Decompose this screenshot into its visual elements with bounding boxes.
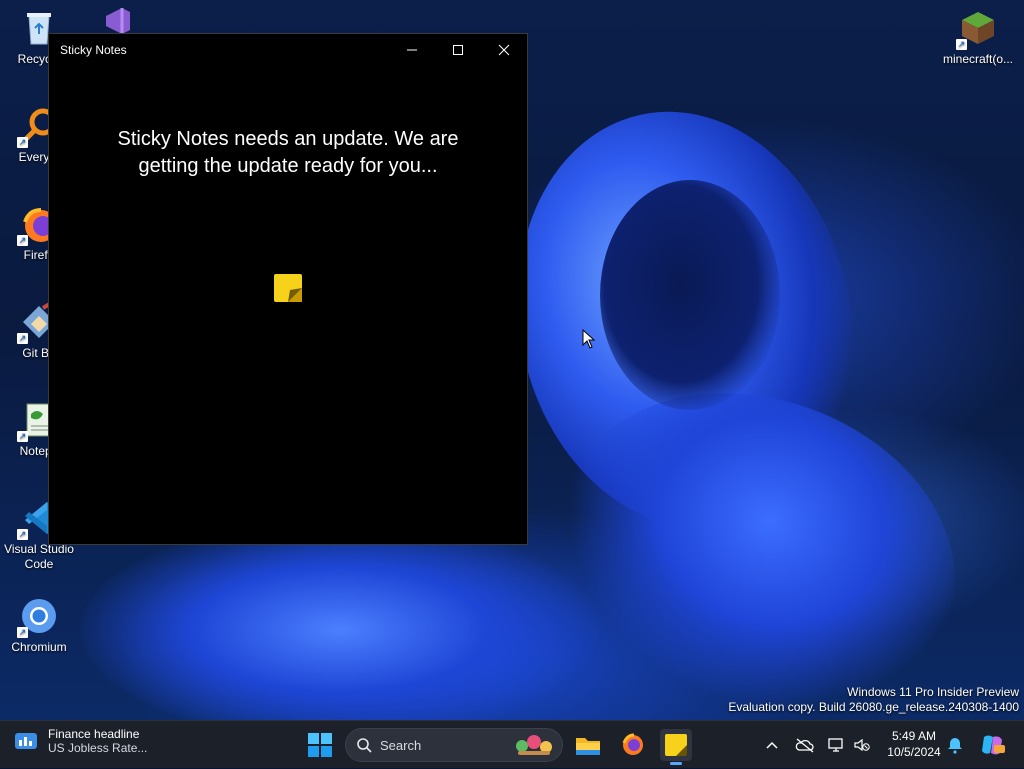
cloud-offline-icon [795,738,814,753]
close-button[interactable] [481,34,527,66]
sticky-notes-logo-icon [274,274,302,302]
speaker-muted-icon [854,738,870,752]
window-titlebar[interactable]: Sticky Notes [49,34,527,66]
watermark-line-1: Windows 11 Pro Insider Preview [847,685,1019,699]
shortcut-arrow-icon: ↗ [17,627,28,638]
folder-icon [576,738,600,755]
desktop-icon-chromium[interactable]: ↗ Chromium [0,596,78,655]
active-app-indicator [670,762,682,765]
wallpaper-bloom [80,520,600,740]
taskbar-firefox[interactable] [617,729,649,761]
visual-studio-icon [102,6,132,36]
desktop-icon-label: Visual Studio Code [4,542,74,571]
widgets-button[interactable]: Finance headline US Jobless Rate... [14,727,147,755]
windows-logo-icon [308,733,332,757]
search-placeholder: Search [380,737,422,753]
taskbar: Finance headline US Jobless Rate... Sear… [0,720,1024,768]
network-status[interactable] [828,721,846,769]
watermark-line-2: Evaluation copy. Build 26080.ge_release.… [728,700,1019,714]
shortcut-arrow-icon: ↗ [17,235,28,246]
search-icon [357,738,372,753]
minecraft-icon: ↗ [956,8,998,50]
wallpaper-bloom-shadow [600,180,780,410]
mouse-cursor-icon [582,328,596,349]
desktop-icon-label: minecraft(o... [942,52,1014,66]
shortcut-arrow-icon: ↗ [17,431,28,442]
desktop-icon-label: Chromium [11,640,67,654]
search-highlight-icon [516,735,552,755]
start-button[interactable] [306,731,334,759]
finance-widget-icon [15,733,37,749]
clock-time: 5:49 AM [891,729,937,743]
taskbar-search-box[interactable]: Search [345,728,563,762]
minimize-button[interactable] [389,34,435,66]
copilot-button[interactable] [980,721,1006,769]
copilot-icon [982,735,1005,755]
windows-watermark: Windows 11 Pro Insider Preview Evaluatio… [728,685,1019,715]
chevron-up-icon [766,741,778,749]
show-hidden-icons-button[interactable] [764,721,780,769]
desktop-icon-minecraft[interactable]: ↗ minecraft(o... [936,8,1020,67]
chromium-icon: ↗ [17,596,59,638]
close-icon [498,44,510,56]
maximize-button[interactable] [435,34,481,66]
taskbar-clock[interactable]: 5:49 AM 10/5/2024 [880,728,948,760]
widget-title: Finance headline [48,727,140,741]
sticky-notes-window[interactable]: Sticky Notes Sticky Notes needs an updat… [48,33,528,545]
taskbar-sticky-notes[interactable] [660,729,692,765]
network-monitor-icon [828,738,843,752]
volume-status[interactable] [853,721,871,769]
taskbar-file-explorer[interactable] [572,729,604,761]
firefox-icon [622,733,643,755]
shortcut-arrow-icon: ↗ [956,39,967,50]
maximize-icon [453,45,463,55]
update-message: Sticky Notes needs an update. We are get… [117,128,459,177]
minimize-icon [407,49,417,51]
window-title: Sticky Notes [60,43,127,57]
shortcut-arrow-icon: ↗ [17,137,28,148]
sticky-notes-icon [665,734,687,756]
widget-subtitle: US Jobless Rate... [48,741,148,755]
shortcut-arrow-icon: ↗ [17,529,28,540]
notifications-button[interactable] [947,721,963,769]
clock-date: 10/5/2024 [887,745,941,759]
shortcut-arrow-icon: ↗ [17,333,28,344]
bell-icon [948,738,962,754]
onedrive-status[interactable] [795,721,815,769]
